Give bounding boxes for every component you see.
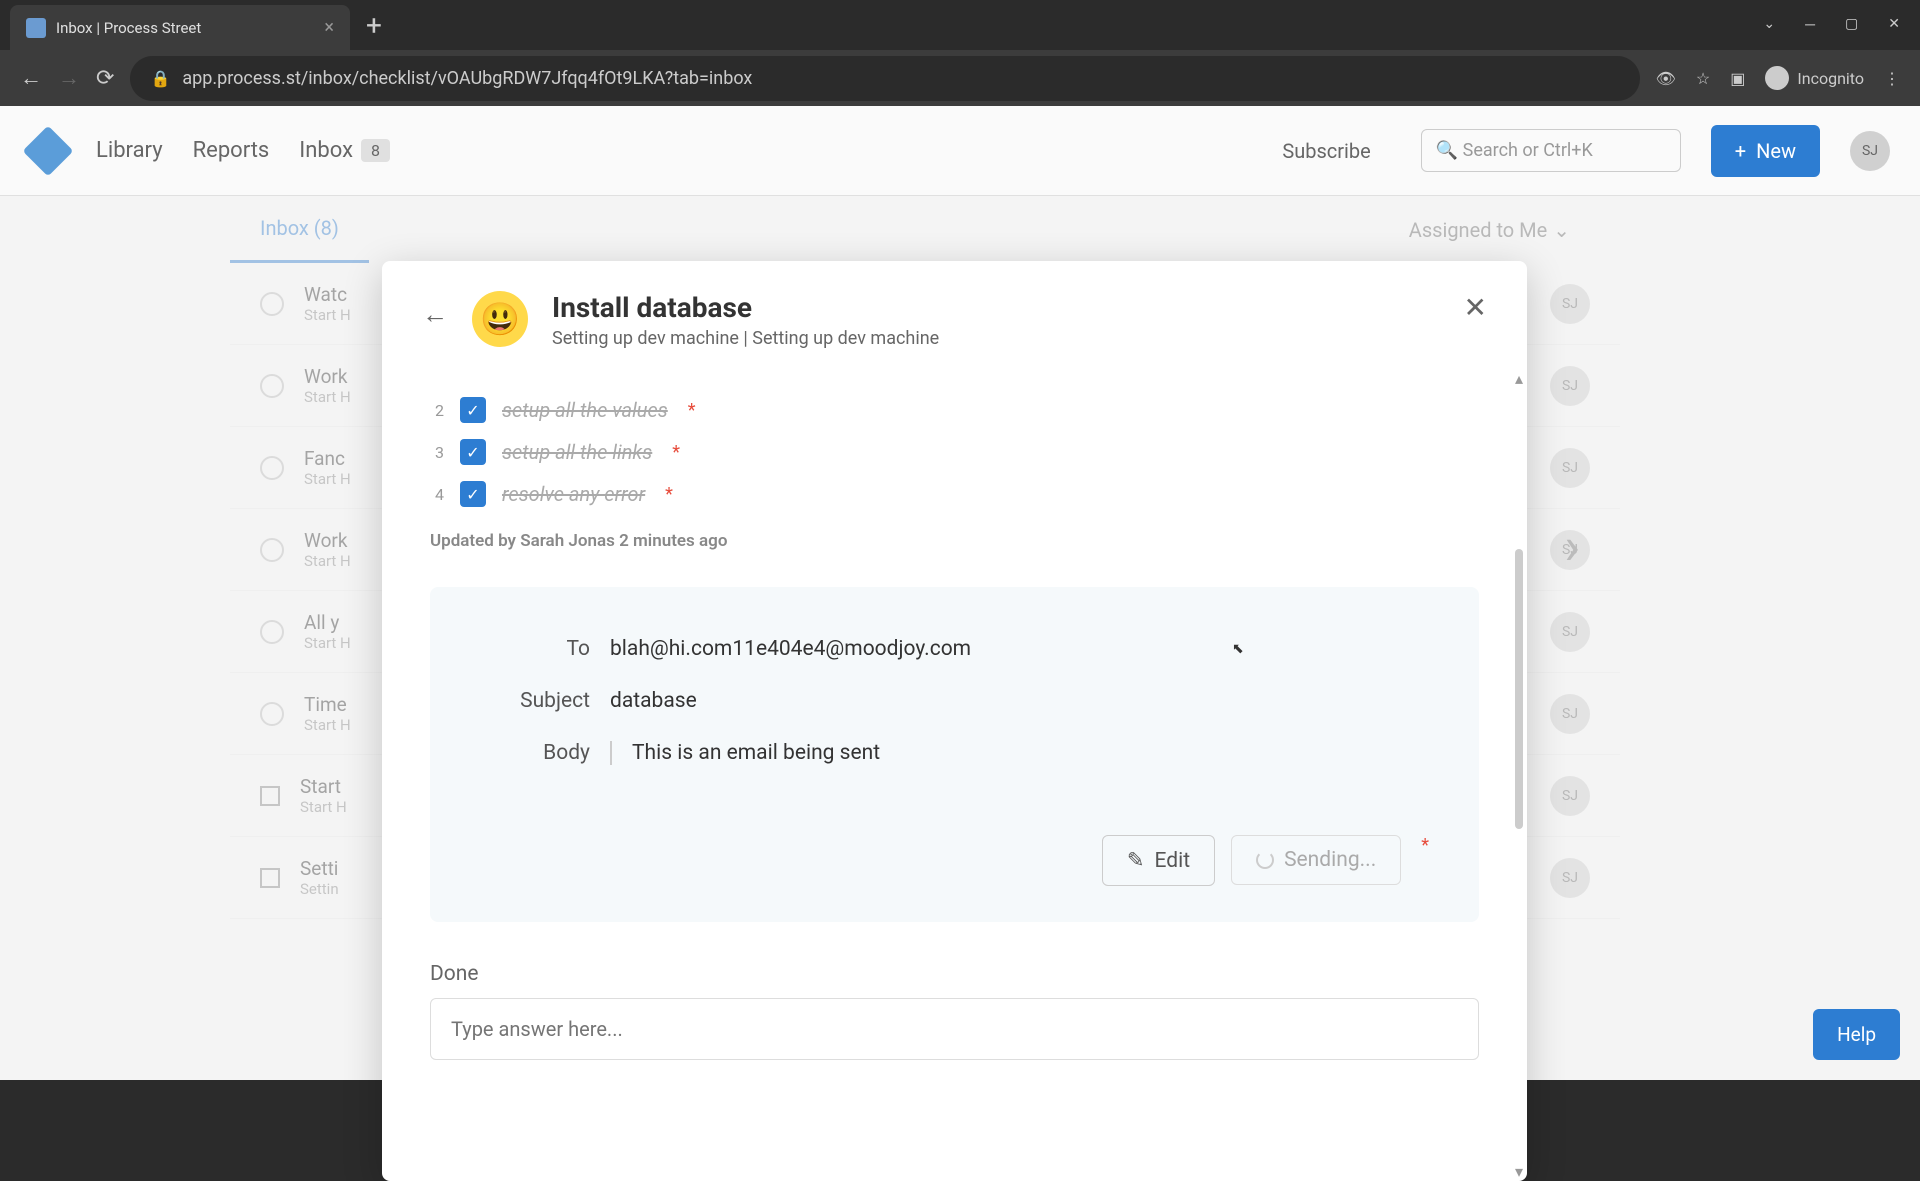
back-button[interactable]: ← [20,65,42,91]
email-to-value: blah@hi.com11e404e4@moodjoy.com [610,637,1429,661]
browser-tab[interactable]: Inbox | Process Street × [10,5,350,50]
subscribe-button[interactable]: Subscribe [1262,129,1390,173]
email-subject-label: Subject [480,689,590,713]
app-logo[interactable] [23,125,74,176]
email-preview: To blah@hi.com11e404e4@moodjoy.com Subje… [430,587,1479,922]
required-asterisk: * [1421,835,1429,856]
spinner-icon [1256,851,1274,869]
task-number: 3 [430,443,444,462]
email-subject-value: database [610,689,1429,713]
maximize-icon[interactable]: ▢ [1845,16,1858,33]
next-arrow-button[interactable]: › [1564,516,1580,577]
modal-title: Install database [552,291,939,324]
back-arrow-icon[interactable]: ← [422,291,448,330]
help-button[interactable]: Help [1813,1009,1900,1060]
close-modal-icon[interactable]: ✕ [1464,291,1487,324]
scroll-down-icon[interactable]: ▾ [1515,1162,1523,1181]
task-emoji: 😃 [472,291,528,347]
modal-body: ▴ ▾ 2 ✓ setup all the values * 3 ✓ setup… [382,369,1527,1181]
browser-tab-bar: Inbox | Process Street × + ⌄ ─ ▢ ✕ [0,0,1920,50]
task-checkbox[interactable]: ✓ [460,439,486,465]
window-controls: ⌄ ─ ▢ ✕ [1743,0,1920,49]
email-body-label: Body [480,741,590,765]
app-container: Library Reports Inbox 8 Subscribe 🔍 Sear… [0,106,1920,1080]
close-tab-icon[interactable]: × [324,17,334,38]
task-label: resolve any error [502,482,645,506]
tab-title: Inbox | Process Street [56,19,201,37]
edit-icon: ✎ [1127,848,1145,873]
reload-button[interactable]: ⟳ [96,66,114,91]
forward-button[interactable]: → [58,65,80,91]
user-avatar[interactable]: SJ [1850,131,1890,171]
lock-icon: 🔒 [150,69,170,88]
menu-icon[interactable]: ⋮ [1884,69,1900,88]
browser-toolbar: ← → ⟳ 🔒 app.process.st/inbox/checklist/v… [0,50,1920,106]
required-asterisk: * [665,484,673,505]
scrollbar[interactable]: ▴ ▾ [1515,369,1525,1181]
task-number: 2 [430,401,444,420]
star-icon[interactable]: ☆ [1696,69,1710,88]
cursor-icon: ⬉ [1232,641,1244,657]
search-input[interactable]: 🔍 Search or Ctrl+K [1421,129,1681,172]
nav-inbox[interactable]: Inbox 8 [299,138,390,163]
plus-icon: + [1735,139,1746,163]
incognito-icon [1765,66,1789,90]
url-text: app.process.st/inbox/checklist/vOAUbgRDW… [182,68,752,89]
task-modal: ← 😃 Install database Setting up dev mach… [382,261,1527,1181]
extensions-icon[interactable]: ▣ [1730,69,1745,88]
minimize-icon[interactable]: ─ [1805,16,1815,33]
modal-header: ← 😃 Install database Setting up dev mach… [382,261,1527,369]
done-label: Done [430,962,1479,986]
eye-off-icon[interactable]: 👁 [1656,69,1676,88]
task-checkbox[interactable]: ✓ [460,397,486,423]
email-to-label: To [480,637,590,661]
inbox-badge: 8 [361,139,390,162]
nav-reports[interactable]: Reports [193,138,270,163]
scroll-up-icon[interactable]: ▴ [1515,369,1523,388]
task-label: setup all the links [502,440,652,464]
task-number: 4 [430,485,444,504]
email-body-value: This is an email being sent [610,741,1429,765]
required-asterisk: * [688,400,696,421]
task-label: setup all the values [502,398,668,422]
scroll-thumb[interactable] [1515,549,1523,829]
app-header: Library Reports Inbox 8 Subscribe 🔍 Sear… [0,106,1920,196]
nav-library[interactable]: Library [96,138,163,163]
modal-subtitle: Setting up dev machine | Setting up dev … [552,328,939,349]
sending-button: Sending... [1231,835,1401,885]
incognito-indicator: Incognito [1765,66,1864,90]
chevron-down-icon[interactable]: ⌄ [1763,16,1775,33]
tab-favicon [26,18,46,38]
task-row: 3 ✓ setup all the links * [430,431,1479,473]
task-row: 2 ✓ setup all the values * [430,389,1479,431]
done-input[interactable] [430,998,1479,1060]
search-icon: 🔍 [1436,140,1458,161]
close-window-icon[interactable]: ✕ [1888,16,1900,33]
address-bar[interactable]: 🔒 app.process.st/inbox/checklist/vOAUbgR… [130,56,1639,101]
new-tab-button[interactable]: + [350,9,398,50]
edit-button[interactable]: ✎ Edit [1102,835,1215,886]
done-section: Done [430,962,1479,1060]
updated-text: Updated by Sarah Jonas 2 minutes ago [430,515,1479,567]
new-button[interactable]: + New [1711,125,1820,177]
task-row: 4 ✓ resolve any error * [430,473,1479,515]
task-checkbox[interactable]: ✓ [460,481,486,507]
required-asterisk: * [672,442,680,463]
